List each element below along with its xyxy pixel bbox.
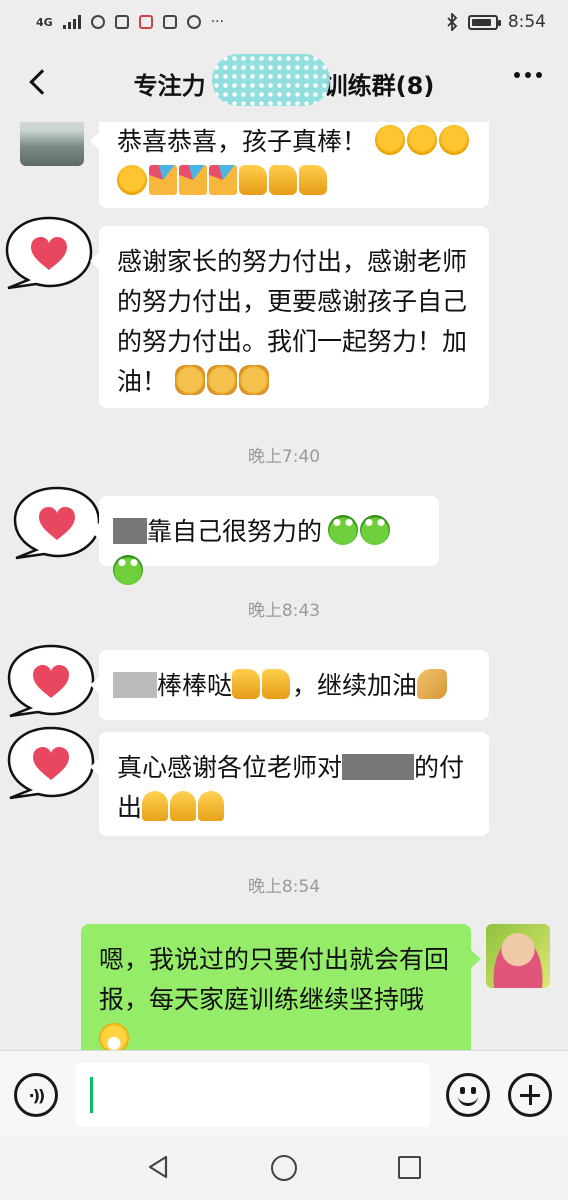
heart-avatar-icon[interactable] xyxy=(4,642,98,720)
emoji-fist xyxy=(206,365,237,395)
message-input[interactable] xyxy=(76,1063,430,1127)
message-bubble[interactable]: 恭喜恭喜，孩子真棒！ xyxy=(90,122,489,208)
emoji-thumb xyxy=(269,165,297,195)
redacted-name xyxy=(113,672,157,698)
emoji-party xyxy=(149,165,177,195)
message-text-b: ，继续加油 xyxy=(292,671,418,700)
emoji-fist xyxy=(238,365,269,395)
voice-button[interactable]: ·)) xyxy=(14,1073,58,1117)
message-bubble-self[interactable]: 嗯，我说过的只要付出就会有回报，每天家庭训练继续坚持哦 xyxy=(81,924,481,1050)
more-icon xyxy=(514,72,520,78)
heart-avatar-icon[interactable] xyxy=(2,214,96,292)
emoji-thumb xyxy=(239,165,267,195)
emoji-party xyxy=(179,165,207,195)
timestamp: 晚上8:54 xyxy=(247,877,321,897)
back-icon xyxy=(29,69,55,95)
emoji-icon xyxy=(460,1087,465,1094)
emoji-grin xyxy=(99,1023,129,1050)
back-button[interactable] xyxy=(18,62,58,102)
avatar[interactable] xyxy=(20,122,84,166)
message-text-a: 棒棒哒 xyxy=(157,671,233,700)
emoji-hug xyxy=(374,125,405,155)
emoji-hug xyxy=(117,165,147,195)
upload-icon xyxy=(114,15,129,29)
bluetooth-icon xyxy=(447,13,458,31)
message-bubble[interactable]: 真心感谢各位老师对 的付出 xyxy=(90,732,489,836)
chat-area[interactable]: 恭喜恭喜，孩子真棒！ 感谢家长的努力付出，感谢老师的努力付出，更要感谢孩子自己的… xyxy=(0,122,568,1050)
emoji-fist xyxy=(174,365,205,395)
emoji-pray xyxy=(198,791,225,821)
chat-title: 专注力 训练群(8) xyxy=(133,53,435,106)
network-label: 4G xyxy=(36,15,53,29)
emoji-pray xyxy=(170,791,197,821)
message-bubble[interactable]: 棒棒哒 ，继续加油 xyxy=(90,650,489,720)
emoji-flex xyxy=(417,669,448,699)
more-notifications-icon: ··· xyxy=(210,14,225,30)
wechat-notification-icon xyxy=(90,15,105,29)
emoji-frog xyxy=(113,555,143,585)
gallery-notification-icon xyxy=(162,15,177,29)
status-time: 8:54 xyxy=(507,12,546,32)
signal-icon xyxy=(62,15,81,29)
chat-title-prefix: 专注力 xyxy=(133,71,206,100)
message-text-a: 真心感谢各位老师对 xyxy=(117,753,343,782)
timestamp: 晚上7:40 xyxy=(247,447,321,467)
sync-notification-icon xyxy=(186,15,201,29)
self-avatar[interactable] xyxy=(486,924,550,988)
nav-recent-icon[interactable] xyxy=(398,1156,421,1179)
status-left: 4G ··· xyxy=(36,14,224,30)
message-bubble[interactable]: 靠自己很努力的 xyxy=(90,496,439,585)
emoji-hug xyxy=(406,125,437,155)
app-notification-icon xyxy=(138,15,153,29)
emoji-frog xyxy=(328,515,359,545)
text-caret xyxy=(90,1077,93,1113)
redacted-name xyxy=(342,754,415,780)
voice-icon: ·)) xyxy=(28,1085,46,1105)
more-button[interactable] xyxy=(514,72,542,78)
status-right: 8:54 xyxy=(446,12,546,32)
emoji-thumb xyxy=(299,165,327,195)
status-bar: 4G ··· 8:54 xyxy=(0,0,568,44)
emoji-frog xyxy=(360,515,391,545)
heart-avatar-icon[interactable] xyxy=(4,724,98,802)
message-text: 嗯，我说过的只要付出就会有回报，每天家庭训练继续坚持哦 xyxy=(99,945,450,1014)
message-text: 恭喜恭喜，孩子真棒！ xyxy=(117,127,368,156)
battery-level xyxy=(471,18,491,26)
title-redaction xyxy=(211,53,330,106)
input-bar: ·)) xyxy=(0,1050,568,1135)
battery-icon xyxy=(467,14,501,30)
emoji-thumb xyxy=(262,669,291,699)
emoji-pray xyxy=(142,791,169,821)
chat-title-suffix: 训练群(8) xyxy=(323,71,435,100)
chat-header: 专注力 训练群(8) xyxy=(0,44,568,122)
emoji-button[interactable] xyxy=(446,1073,490,1117)
timestamp: 晚上8:43 xyxy=(247,601,321,621)
emoji-party xyxy=(209,165,237,195)
emoji-hug xyxy=(438,125,469,155)
message-bubble[interactable]: 感谢家长的努力付出，感谢老师的努力付出，更要感谢孩子自己的努力付出。我们一起努力… xyxy=(90,226,489,408)
plus-button[interactable] xyxy=(508,1073,552,1117)
message-text: 感谢家长的努力付出，感谢老师的努力付出，更要感谢孩子自己的努力付出。我们一起努力… xyxy=(117,247,468,396)
emoji-thumb xyxy=(232,669,261,699)
redacted-name xyxy=(113,518,147,544)
nav-home-icon[interactable] xyxy=(271,1155,297,1181)
system-nav-bar xyxy=(0,1135,568,1200)
message-text: 靠自己很努力的 xyxy=(147,517,323,546)
nav-back-icon[interactable] xyxy=(146,1155,170,1179)
